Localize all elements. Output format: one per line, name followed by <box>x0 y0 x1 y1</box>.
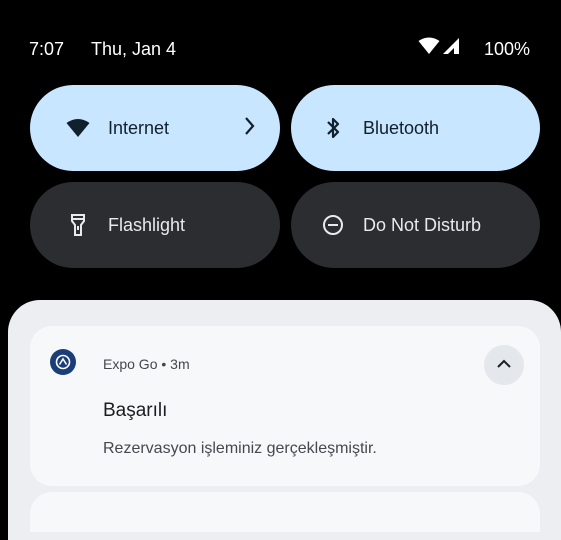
tile-bluetooth[interactable]: Bluetooth <box>291 85 540 171</box>
flashlight-icon <box>66 213 90 237</box>
bluetooth-icon <box>321 116 345 140</box>
chevron-right-icon[interactable] <box>244 115 256 142</box>
chevron-up-icon <box>496 356 512 374</box>
tile-flashlight-label: Flashlight <box>108 214 186 235</box>
status-time: 7:07 <box>29 39 65 59</box>
notification-card-next[interactable] <box>30 492 540 532</box>
tile-internet-label: Internet <box>108 117 170 138</box>
status-bar: 7:07 Thu, Jan 4 100% <box>0 0 561 90</box>
tile-internet[interactable]: Internet <box>30 85 280 171</box>
notification-title: Başarılı <box>103 400 168 421</box>
battery-percentage: 100% <box>484 39 531 59</box>
tile-bluetooth-label: Bluetooth <box>363 117 440 138</box>
wifi-icon <box>418 37 440 60</box>
status-icons <box>418 37 460 60</box>
expand-notification-button[interactable] <box>484 345 524 385</box>
tile-do-not-disturb[interactable]: Do Not Disturb <box>291 182 540 268</box>
wifi-icon <box>66 116 90 140</box>
tile-do-not-disturb-label: Do Not Disturb <box>363 214 482 235</box>
notification-body: Rezervasyon işleminiz gerçekleşmiştir. <box>103 440 377 457</box>
tile-flashlight[interactable]: Flashlight <box>30 182 280 268</box>
do-not-disturb-icon <box>321 213 345 237</box>
notification-app-meta: Expo Go • 3m <box>103 356 190 372</box>
cellular-signal-icon <box>442 37 460 60</box>
status-date: Thu, Jan 4 <box>91 39 177 59</box>
expo-go-icon <box>50 349 76 375</box>
